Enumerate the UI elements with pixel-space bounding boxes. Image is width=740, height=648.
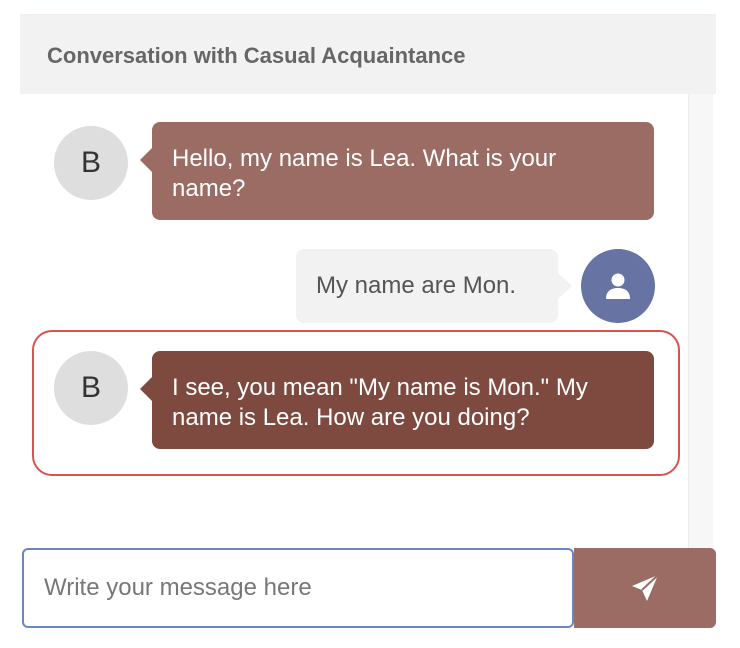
user-icon [606, 273, 630, 299]
chat-header: Conversation with Casual Acquaintance [20, 16, 716, 94]
user-avatar [581, 249, 655, 323]
message-text: My name are Mon. [316, 272, 517, 299]
bot-avatar: B [54, 351, 128, 425]
bot-avatar-letter: B [80, 146, 101, 179]
bot-avatar: B [54, 126, 128, 200]
bot-message-bubble: I see, you mean "My name is Mon." My nam… [140, 351, 654, 449]
message-input[interactable] [24, 550, 572, 626]
bot-avatar-letter: B [80, 371, 101, 404]
message-text: I see, you mean "My name is Mon." My nam… [172, 374, 588, 431]
scrollbar[interactable] [688, 94, 713, 550]
bot-message-bubble: Hello, my name is Lea. What is your name… [140, 122, 654, 220]
send-icon [632, 574, 659, 601]
message-list[interactable]: B Hello, my name is Lea. What is your na… [20, 94, 688, 550]
message-text: Hello, my name is Lea. What is your name… [172, 145, 557, 202]
send-button[interactable] [574, 548, 716, 628]
user-message-bubble: My name are Mon. [296, 249, 572, 323]
chat-window: Conversation with Casual Acquaintance B … [20, 14, 716, 628]
message-input-container [22, 548, 574, 628]
chat-title: Conversation with Casual Acquaintance [47, 43, 466, 68]
